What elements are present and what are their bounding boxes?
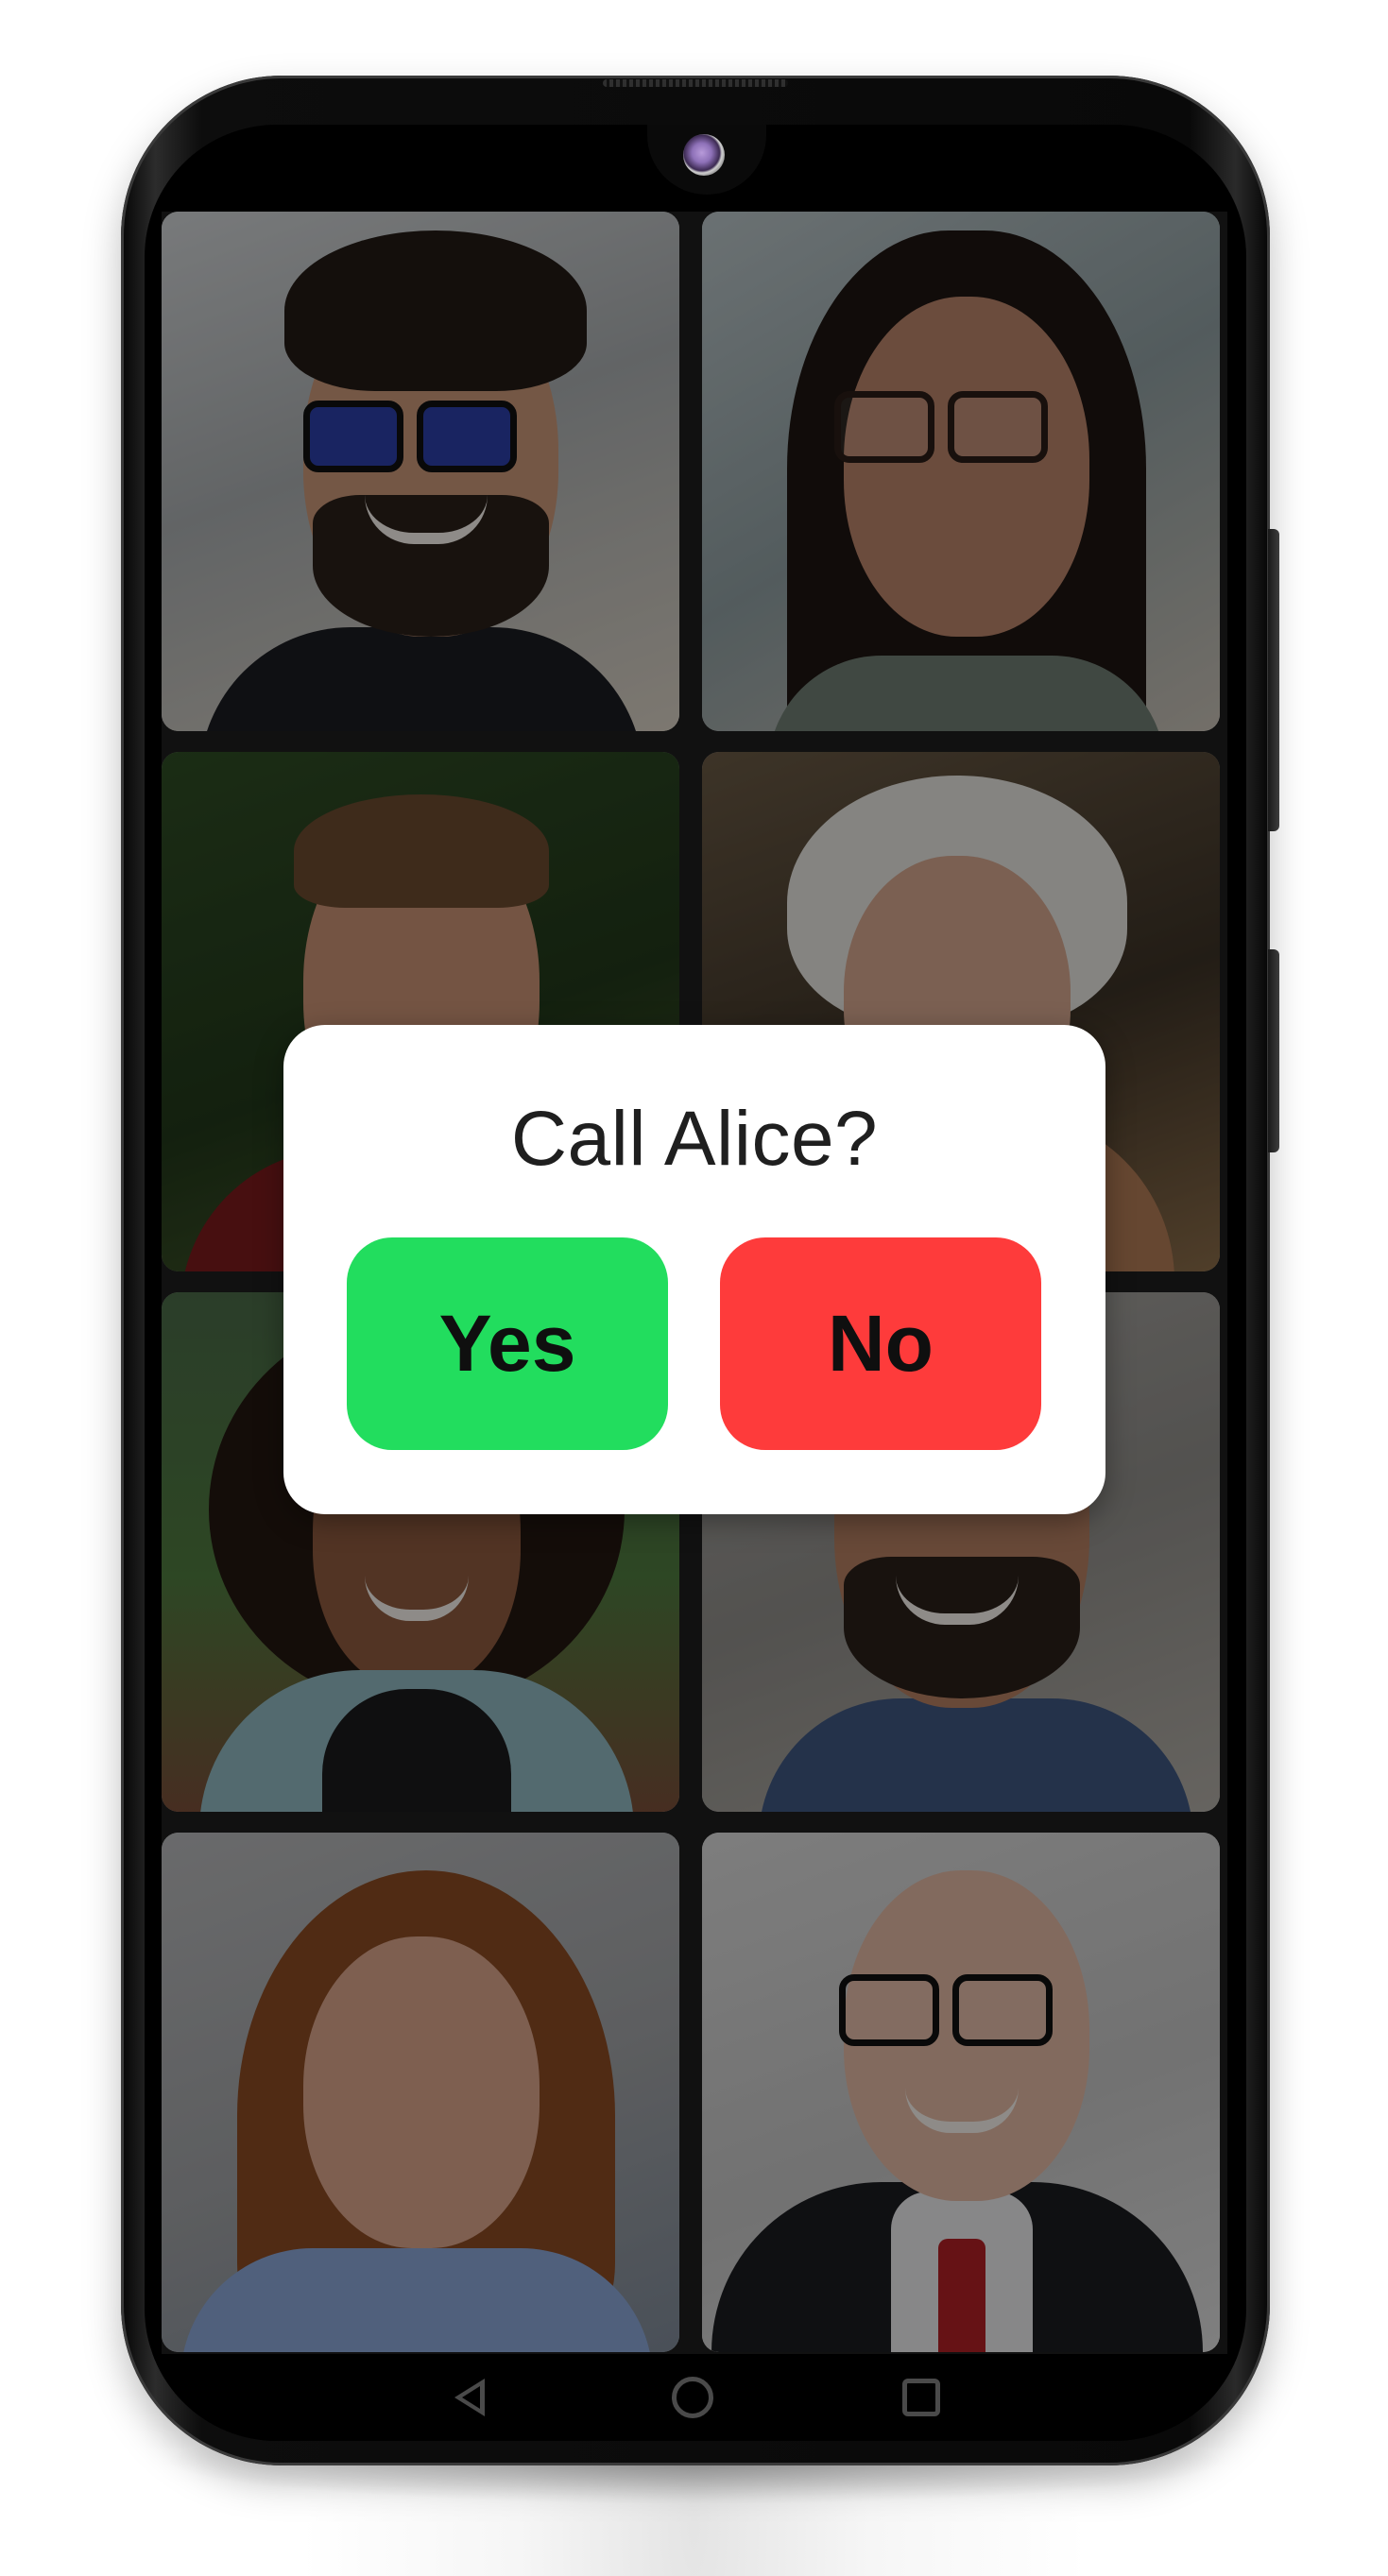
contact-tile[interactable] — [702, 212, 1220, 731]
power-button[interactable] — [1268, 949, 1279, 1152]
scene: Call Alice? Yes No — [0, 0, 1388, 2576]
dim-overlay — [162, 212, 679, 731]
dim-overlay — [702, 1833, 1220, 2352]
front-camera-icon — [683, 134, 725, 176]
dim-overlay — [162, 1833, 679, 2352]
home-circle-icon[interactable] — [672, 2377, 713, 2418]
contact-tile[interactable] — [162, 212, 679, 731]
navigation-bar — [145, 2354, 1246, 2441]
no-button[interactable]: No — [720, 1237, 1041, 1450]
dialog-title: Call Alice? — [510, 1096, 879, 1182]
recents-square-icon[interactable] — [902, 2379, 940, 2416]
dim-overlay — [702, 212, 1220, 731]
volume-button[interactable] — [1268, 529, 1279, 831]
call-confirm-dialog: Call Alice? Yes No — [283, 1025, 1105, 1514]
yes-button[interactable]: Yes — [347, 1237, 668, 1450]
contact-tile[interactable] — [162, 1833, 679, 2352]
speaker-grille — [603, 79, 788, 87]
contact-tile[interactable] — [702, 1833, 1220, 2352]
back-triangle-icon[interactable] — [454, 2379, 485, 2416]
